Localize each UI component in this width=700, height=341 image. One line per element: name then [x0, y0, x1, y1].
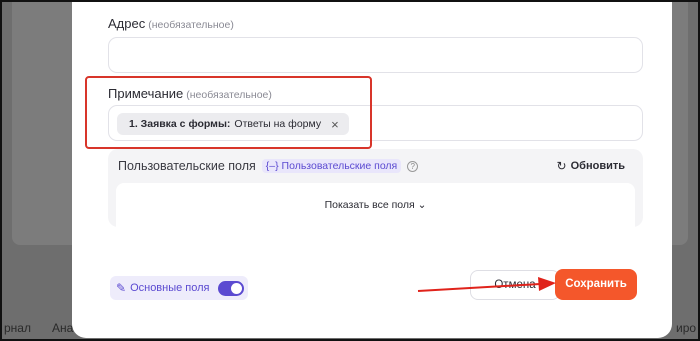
show-all-fields-button[interactable]: Показать все поля ⌄: [116, 199, 635, 211]
switch-knob: [230, 282, 242, 294]
custom-fields-title: Пользовательские поля: [118, 159, 256, 173]
address-label: Адрес (необязательное): [108, 16, 234, 31]
address-optional-hint: (необязательное): [148, 19, 234, 31]
background-tab-right: иро: [676, 321, 697, 335]
annotation-highlight-box: [85, 76, 372, 149]
cancel-button[interactable]: Отмена: [470, 270, 560, 300]
background-tab-analytics: Ана: [52, 321, 74, 335]
list-edit-icon: ✎: [116, 281, 127, 295]
refresh-icon: ↻: [556, 159, 567, 173]
main-fields-toggle-group[interactable]: ✎ Основные поля: [110, 276, 248, 300]
refresh-label: Обновить: [570, 160, 625, 172]
custom-fields-panel: Пользовательские поля {–} Пользовательск…: [108, 149, 643, 227]
main-fields-label: Основные поля: [130, 282, 210, 294]
custom-fields-tag[interactable]: {–} Пользовательские поля: [261, 159, 402, 173]
background-tab-journal: рнал: [4, 321, 31, 335]
custom-fields-header: Пользовательские поля {–} Пользовательск…: [118, 159, 419, 173]
address-label-text: Адрес: [108, 16, 146, 31]
address-input[interactable]: [108, 37, 643, 73]
info-icon[interactable]: ?: [407, 160, 419, 172]
refresh-button[interactable]: ↻ Обновить: [557, 159, 625, 173]
custom-fields-list: Показать все поля ⌄: [116, 183, 635, 227]
save-button[interactable]: Сохранить: [555, 269, 637, 300]
main-fields-switch[interactable]: [217, 280, 244, 296]
